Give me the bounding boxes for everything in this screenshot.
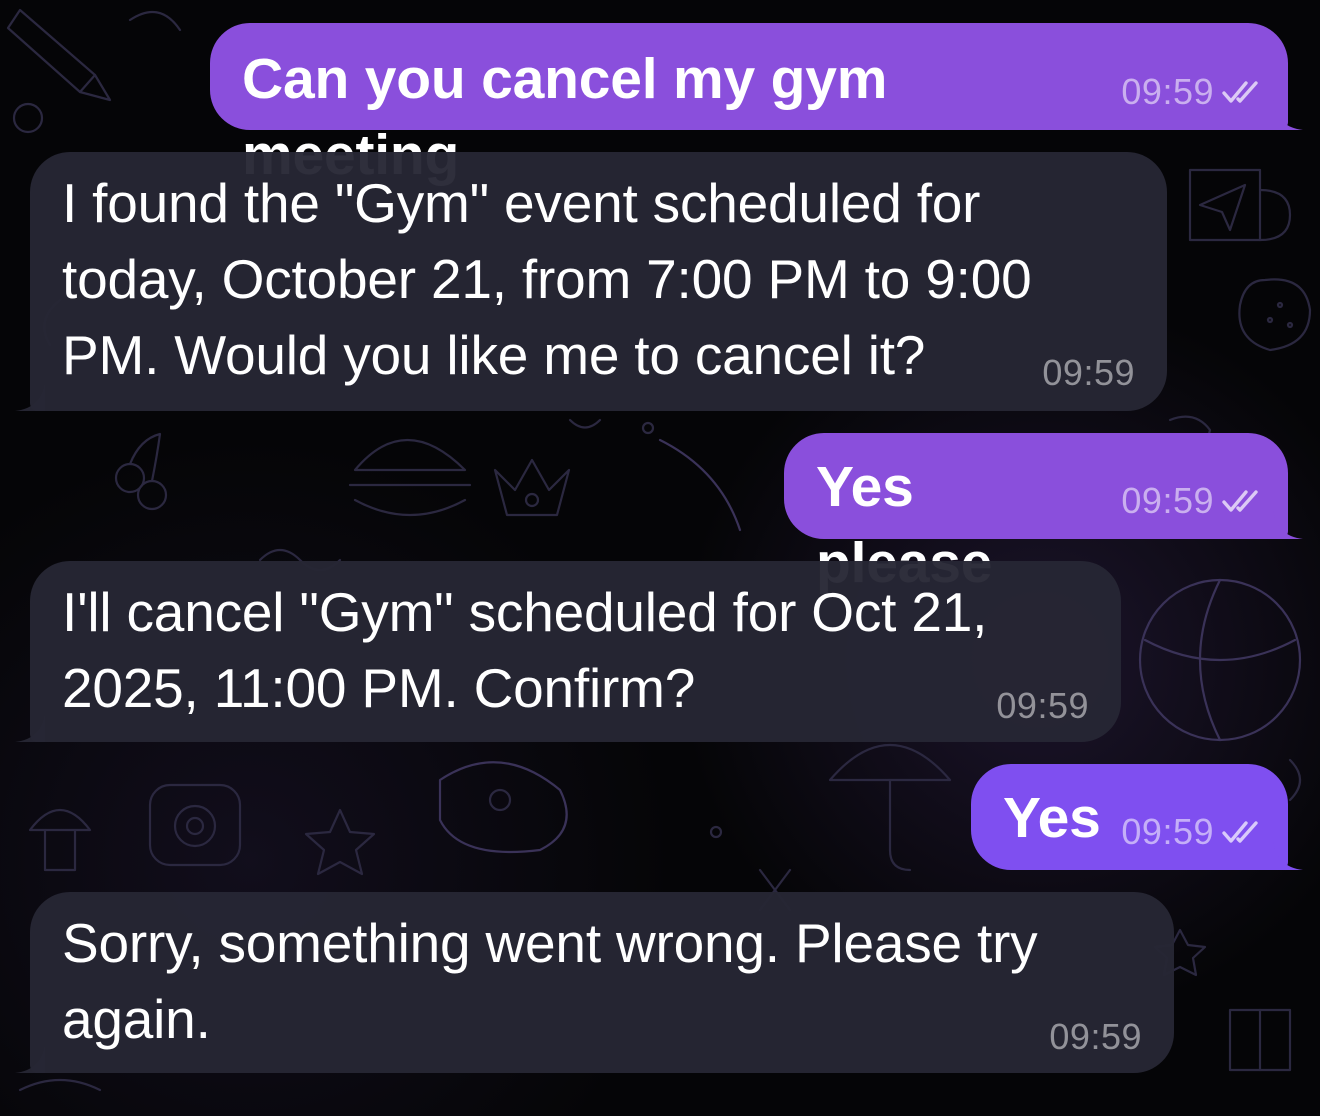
- message-bubble-incoming[interactable]: Sorry, something went wrong. Please try …: [15, 892, 1174, 1073]
- message-meta: 09:59: [1121, 812, 1264, 852]
- message-text: Yes: [1003, 786, 1101, 850]
- double-check-icon: [1222, 81, 1258, 103]
- message-time: 09:59: [1042, 352, 1135, 393]
- message-bubble-outgoing[interactable]: Yes 09:59: [971, 764, 1303, 870]
- message-time: 09:59: [1121, 71, 1214, 112]
- message-meta: 09:59: [1042, 353, 1135, 393]
- message-time: 09:59: [1121, 811, 1214, 852]
- double-check-icon: [1222, 821, 1258, 843]
- message-bubble-outgoing[interactable]: Can you cancel my gym meeting 09:59: [210, 23, 1303, 187]
- message-time: 09:59: [1121, 480, 1214, 521]
- message-bubble-outgoing[interactable]: Yes please 09:59: [784, 433, 1303, 595]
- bubble-tail: [1273, 100, 1303, 130]
- bubble-tail: [15, 381, 45, 411]
- message-bubble-incoming[interactable]: I'll cancel "Gym" scheduled for Oct 21, …: [15, 561, 1121, 742]
- double-check-icon: [1222, 490, 1258, 512]
- message-meta: 09:59: [996, 686, 1089, 726]
- message-meta: 09:59: [1121, 481, 1264, 521]
- message-text: I'll cancel "Gym" scheduled for Oct 21, …: [62, 581, 988, 719]
- bubble-tail: [1273, 509, 1303, 539]
- message-text: I found the "Gym" event scheduled for to…: [62, 172, 1032, 386]
- bubble-tail: [15, 712, 45, 742]
- message-bubble-incoming[interactable]: I found the "Gym" event scheduled for to…: [15, 152, 1167, 411]
- message-text: Sorry, something went wrong. Please try …: [62, 912, 1038, 1050]
- chat-window: Can you cancel my gym meeting 09:59 I fo…: [0, 0, 1320, 1116]
- message-time: 09:59: [1049, 1016, 1142, 1057]
- bubble-tail: [1273, 840, 1303, 870]
- message-time: 09:59: [996, 685, 1089, 726]
- message-meta: 09:59: [1121, 72, 1264, 112]
- message-meta: 09:59: [1049, 1017, 1142, 1057]
- bubble-tail: [15, 1043, 45, 1073]
